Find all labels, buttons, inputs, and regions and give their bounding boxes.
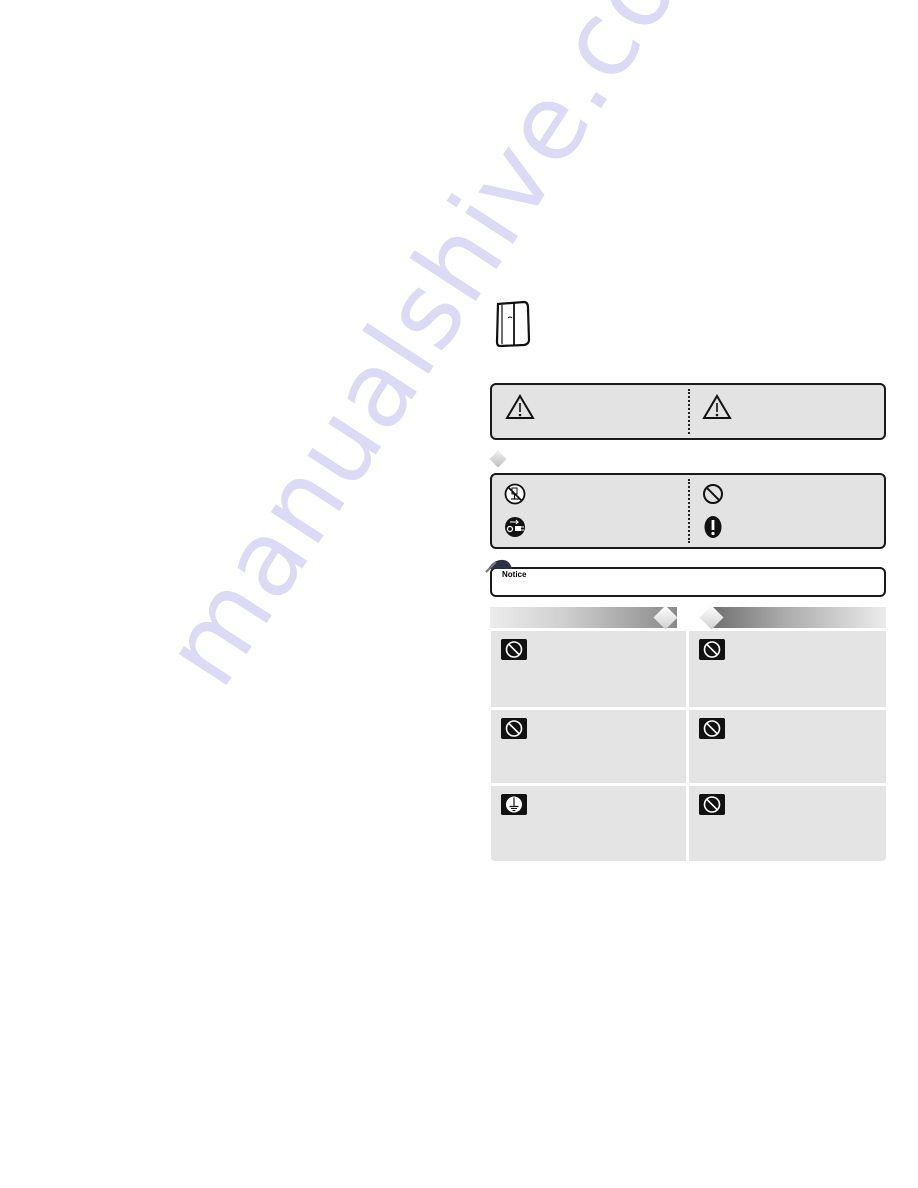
symbols-box [490,473,886,549]
warning-triangle-icon [505,394,535,419]
grounding-icon [501,794,527,815]
refrigerator-icon [495,300,531,348]
mandatory-exclamation-icon [704,516,722,538]
warning-triangle-icon [702,394,732,419]
warning-box [490,383,886,440]
notice-label: Notice [502,570,527,579]
grid-cell [689,710,886,783]
grid-cell [491,786,686,861]
prohibited-icon [501,639,527,660]
watermark: manualshive.com [140,0,760,707]
grid-cell [689,786,886,861]
section-header-bar [490,605,886,630]
prohibited-icon [501,718,527,739]
header-bar-left [490,607,677,628]
notice-box [490,567,886,597]
divider [688,389,690,434]
header-bar-right [711,607,886,628]
grid-cell [491,710,686,783]
section-diamond-icon [489,450,507,468]
no-disassembly-icon [504,483,526,505]
prohibited-icon [699,718,725,739]
prohibited-icon [699,639,725,660]
grid-cell [689,631,886,707]
prohibited-icon [703,484,723,504]
grid-cell [491,631,686,707]
unplug-icon [505,517,525,537]
divider [688,479,690,543]
prohibited-icon [699,794,725,815]
